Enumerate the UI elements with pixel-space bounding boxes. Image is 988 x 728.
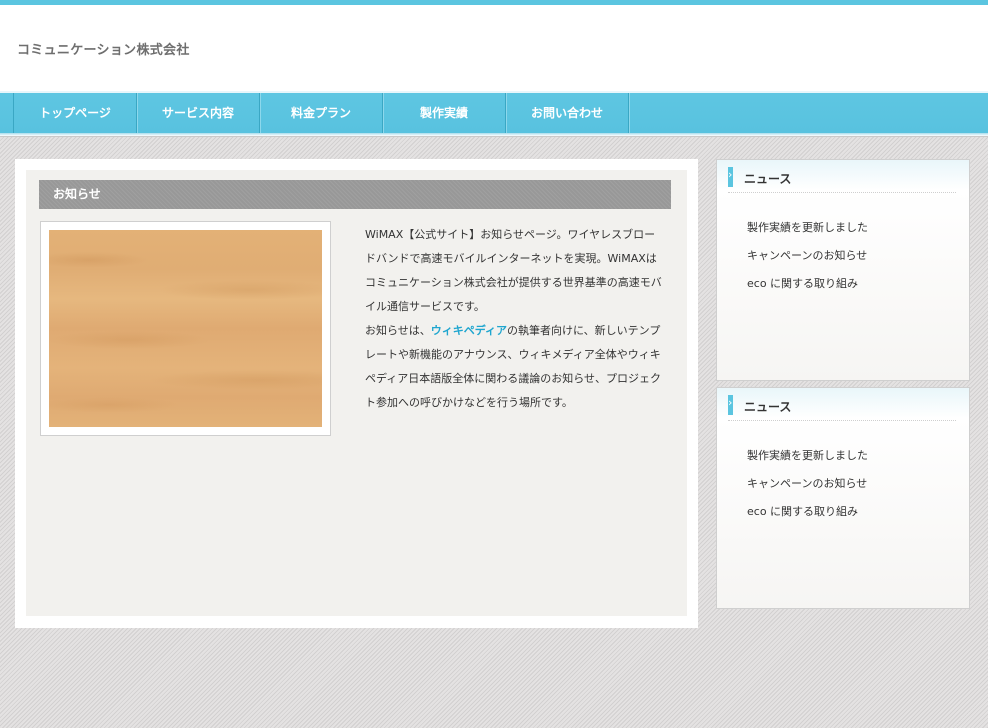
chevron-right-icon	[728, 167, 733, 187]
featured-image-frame	[40, 221, 331, 436]
global-navigation: トップページ サービス内容 料金プラン 製作実績 お問い合わせ	[0, 91, 988, 137]
main-content-inner: お知らせ WiMAX【公式サイト】お知らせページ。ワイヤレスブロードバンドで高速…	[26, 170, 687, 616]
site-title[interactable]: コミュニケーション株式会社	[17, 39, 190, 58]
notice-paragraph-1: WiMAX【公式サイト】お知らせページ。ワイヤレスブロードバンドで高速モバイルイ…	[365, 228, 662, 313]
news-box-title: ニュース	[744, 400, 792, 414]
wood-texture-image	[49, 230, 322, 427]
nav-item-pricing[interactable]: 料金プラン	[260, 93, 383, 133]
news-item-eco[interactable]: eco に関する取り組み	[747, 498, 868, 526]
notice-paragraph-2-prefix: お知らせは、	[365, 324, 431, 337]
chevron-right-icon	[728, 395, 733, 415]
news-box-1: ニュース 製作実績を更新しました キャンペーンのお知らせ eco に関する取り組…	[716, 159, 970, 381]
news-box-title: ニュース	[744, 172, 792, 186]
nav-item-works[interactable]: 製作実績	[383, 93, 506, 133]
notice-body-text: WiMAX【公式サイト】お知らせページ。ワイヤレスブロードバンドで高速モバイルイ…	[365, 223, 665, 415]
news-item-eco[interactable]: eco に関する取り組み	[747, 270, 868, 298]
news-item-works-updated[interactable]: 製作実績を更新しました	[747, 214, 868, 242]
news-box-header: ニュース	[728, 167, 956, 193]
notice-paragraph-2: お知らせは、ウィキペディアの執筆者向けに、新しいテンプレートや新機能のアナウンス…	[365, 319, 665, 415]
wikipedia-link[interactable]: ウィキペディア	[431, 324, 507, 337]
section-heading: お知らせ	[39, 180, 671, 209]
news-item-works-updated[interactable]: 製作実績を更新しました	[747, 442, 868, 470]
news-item-campaign[interactable]: キャンペーンのお知らせ	[747, 242, 868, 270]
news-item-campaign[interactable]: キャンペーンのお知らせ	[747, 470, 868, 498]
site-header: コミュニケーション株式会社	[0, 5, 988, 91]
news-box-header: ニュース	[728, 395, 956, 421]
news-list: 製作実績を更新しました キャンペーンのお知らせ eco に関する取り組み	[747, 442, 868, 526]
nav-item-contact[interactable]: お問い合わせ	[506, 93, 629, 133]
main-content-panel: お知らせ WiMAX【公式サイト】お知らせページ。ワイヤレスブロードバンドで高速…	[15, 159, 698, 628]
news-list: 製作実績を更新しました キャンペーンのお知らせ eco に関する取り組み	[747, 214, 868, 298]
news-box-2: ニュース 製作実績を更新しました キャンペーンのお知らせ eco に関する取り組…	[716, 387, 970, 609]
nav-item-top-page[interactable]: トップページ	[14, 93, 137, 133]
nav-item-services[interactable]: サービス内容	[137, 93, 260, 133]
